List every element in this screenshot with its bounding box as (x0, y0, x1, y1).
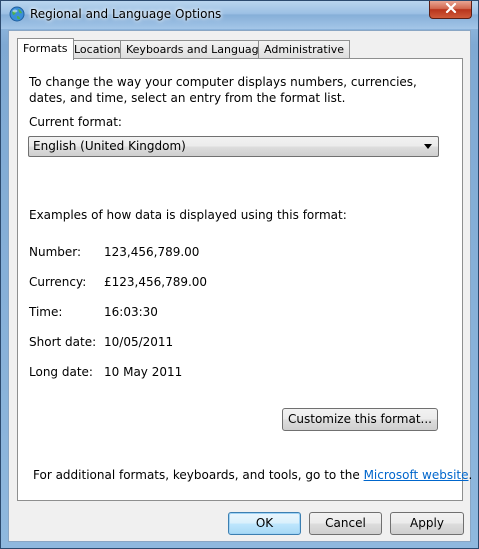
close-icon (445, 2, 457, 16)
example-number-value: 123,456,789.00 (104, 245, 200, 259)
dialog-window: Regional and Language Options Formats Lo… (0, 0, 479, 549)
window-title: Regional and Language Options (30, 7, 222, 21)
example-time-label: Time: (29, 305, 63, 319)
close-button[interactable] (429, 1, 472, 19)
chevron-down-icon (424, 144, 432, 149)
apply-button[interactable]: Apply (390, 512, 464, 535)
tab-formats[interactable]: Formats (17, 38, 74, 60)
footer-text-prefix: For additional formats, keyboards, and t… (33, 468, 364, 482)
example-long-date-value: 10 May 2011 (104, 365, 183, 379)
example-short-date-label: Short date: (29, 335, 97, 349)
format-select-value: English (United Kingdom) (33, 139, 186, 153)
examples-heading: Examples of how data is displayed using … (29, 208, 347, 222)
example-long-date-label: Long date: (29, 365, 93, 379)
example-short-date-value: 10/05/2011 (104, 335, 174, 349)
dialog-body: Formats Location Keyboards and Languages… (8, 30, 472, 542)
example-currency-label: Currency: (29, 275, 87, 289)
ok-button[interactable]: OK (228, 512, 301, 535)
customize-format-button[interactable]: Customize this format... (282, 408, 438, 431)
format-select[interactable]: English (United Kingdom) (28, 136, 439, 157)
example-currency-value: £123,456,789.00 (104, 275, 208, 289)
formats-panel: To change the way your computer displays… (17, 58, 472, 501)
tab-keyboards-and-languages[interactable]: Keyboards and Languages (120, 40, 278, 59)
globe-icon (9, 6, 25, 22)
current-format-label: Current format: (29, 115, 122, 129)
example-number-label: Number: (29, 245, 82, 259)
example-time-value: 16:03:30 (104, 305, 158, 319)
intro-text: To change the way your computer displays… (29, 75, 417, 105)
title-bar[interactable]: Regional and Language Options (1, 1, 478, 29)
cancel-button[interactable]: Cancel (309, 512, 382, 535)
tab-administrative[interactable]: Administrative (258, 40, 351, 59)
footer-text-suffix: . (468, 468, 473, 482)
microsoft-website-link[interactable]: Microsoft website (364, 468, 469, 482)
footer-text: For additional formats, keyboards, and t… (33, 468, 472, 482)
tab-location[interactable]: Location (68, 40, 127, 59)
